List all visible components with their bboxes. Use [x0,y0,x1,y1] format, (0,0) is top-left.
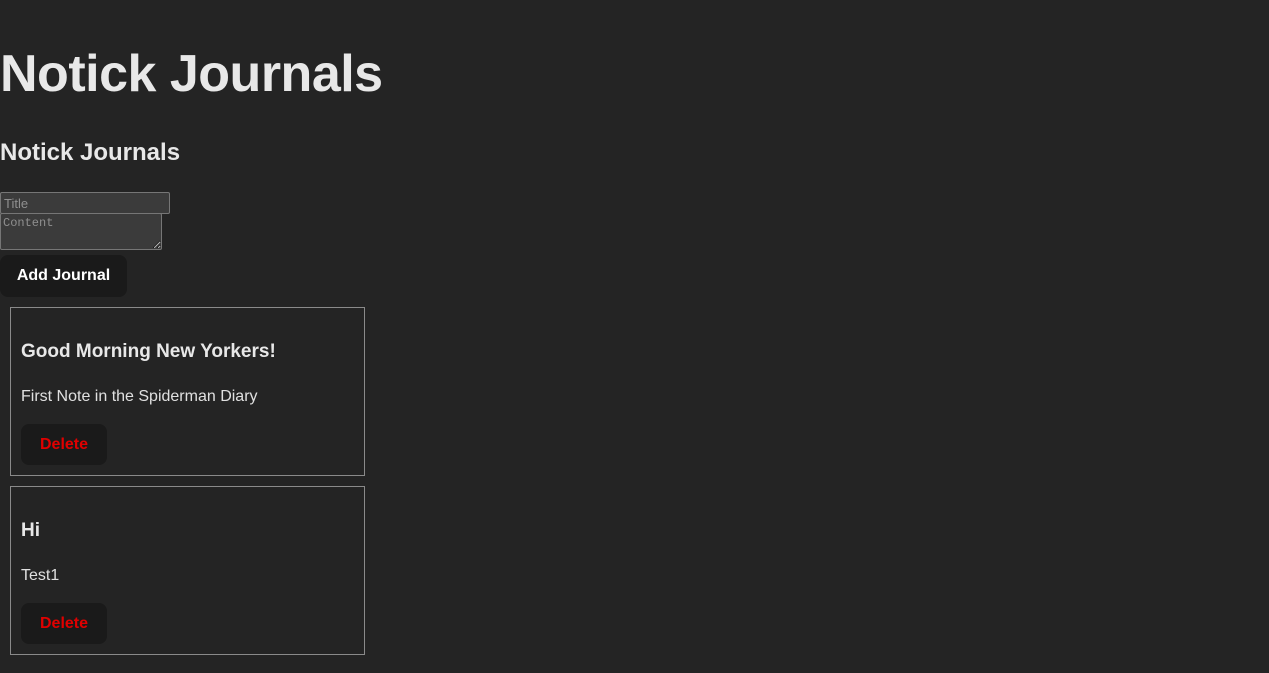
add-journal-button[interactable]: Add Journal [0,255,127,297]
app-root: Notick Journals Notick Journals Add Jour… [0,0,1269,673]
delete-journal-button[interactable]: Delete [21,603,107,644]
journal-title: Good Morning New Yorkers! [21,341,276,362]
content-textarea[interactable] [0,213,162,250]
journal-title: Hi [21,520,40,541]
journal-content: First Note in the Spiderman Diary [21,388,258,405]
journal-card: Hi Test1 Delete [10,486,365,655]
section-title: Notick Journals [0,139,181,166]
title-input[interactable] [0,192,170,214]
page-title: Notick Journals [0,45,383,103]
delete-journal-button[interactable]: Delete [21,424,107,465]
journal-card: Good Morning New Yorkers! First Note in … [10,307,365,476]
journal-content: Test1 [21,567,60,584]
